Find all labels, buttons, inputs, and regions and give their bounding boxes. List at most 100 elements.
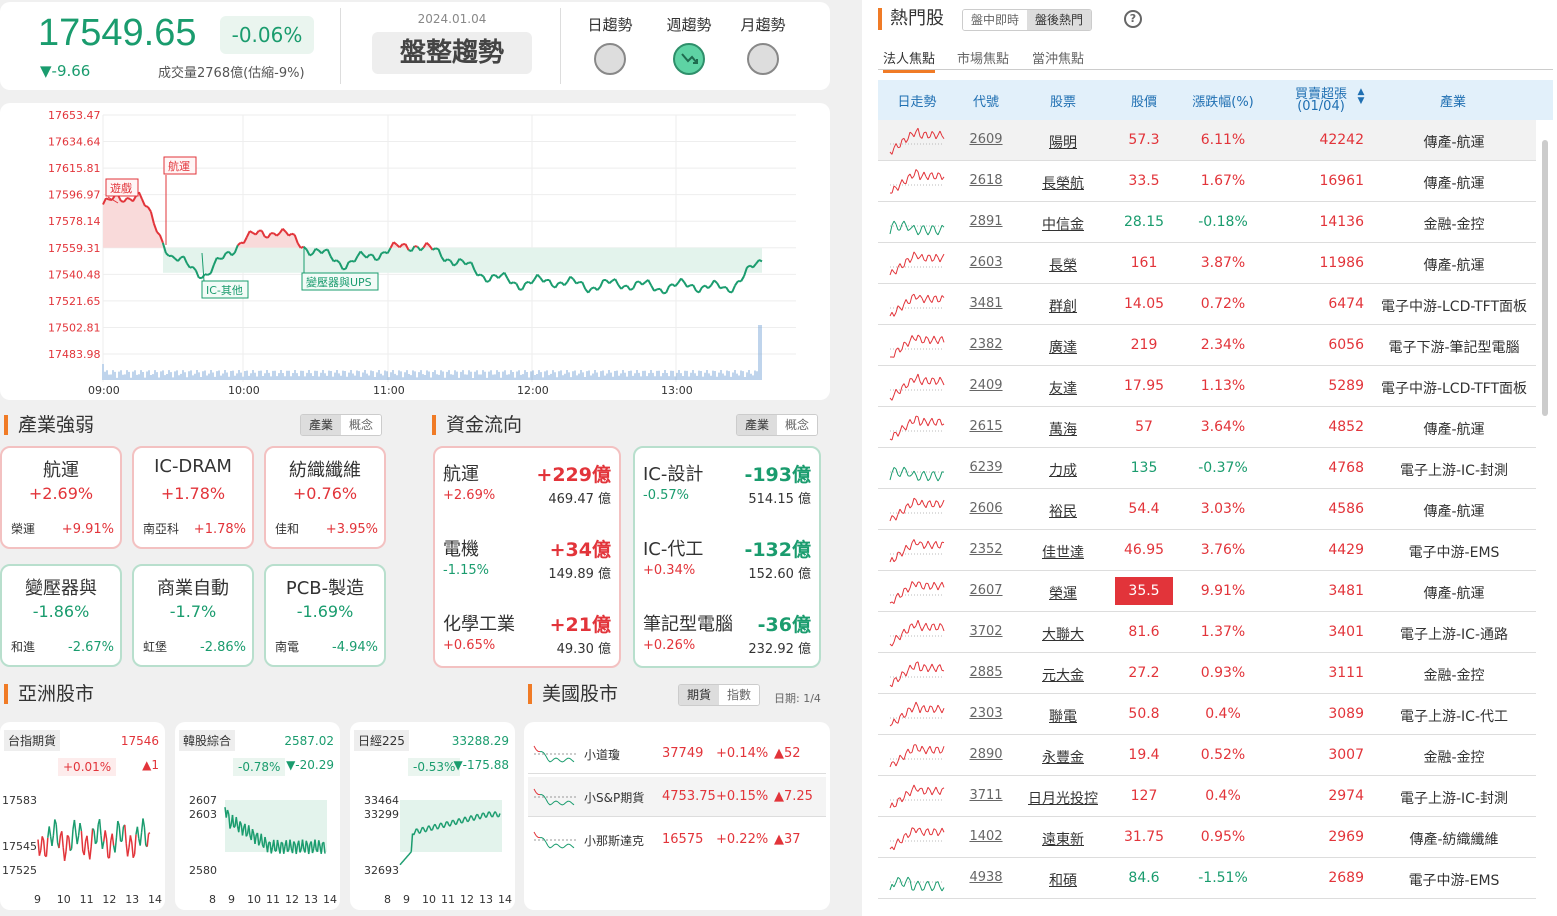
stock-name[interactable]: 友達 <box>1028 378 1098 398</box>
table-row[interactable]: 3702 大聯大 81.6 1.37% 3401 電子上游-IC-通路 <box>878 612 1536 653</box>
stock-name[interactable]: 和碩 <box>1028 870 1098 890</box>
stock-code[interactable]: 6239 <box>964 460 1008 475</box>
table-row[interactable]: 2618 長榮航 33.5 1.67% 16961 傳產-航運 <box>878 161 1536 202</box>
stock-code[interactable]: 2382 <box>964 337 1008 352</box>
table-row[interactable]: 2603 長榮 161 3.87% 11986 傳產-航運 <box>878 243 1536 284</box>
stock-code[interactable]: 2352 <box>964 542 1008 557</box>
stock-name[interactable]: 佳世達 <box>1028 542 1098 562</box>
flow-row[interactable]: 筆記型電腦 -36億 +0.26% 232.92 億 <box>643 610 811 670</box>
table-row[interactable]: 2615 萬海 57 3.64% 4852 傳產-航運 <box>878 407 1536 448</box>
stock-code[interactable]: 2409 <box>964 378 1008 393</box>
stock-name[interactable]: 廣達 <box>1028 337 1098 357</box>
industry-card[interactable]: IC-DRAM +1.78% 南亞科 +1.78% <box>132 446 254 549</box>
stock-name[interactable]: 群創 <box>1028 296 1098 316</box>
stock-code[interactable]: 2618 <box>964 173 1008 188</box>
annotation-a2[interactable]: 航運 <box>163 156 197 245</box>
stock-name[interactable]: 聯電 <box>1028 706 1098 726</box>
nikkei-card[interactable]: 33464 33299 32693 8 9 10 11 12 13 14 日經225 33288.… <box>350 722 515 910</box>
stock-code[interactable]: 3702 <box>964 624 1008 639</box>
industry-tab[interactable]: 產業 <box>301 415 342 435</box>
stock-name[interactable]: 萬海 <box>1028 419 1098 439</box>
stock-code[interactable]: 2890 <box>964 747 1008 762</box>
stock-name[interactable]: 陽明 <box>1028 132 1098 152</box>
industry-card[interactable]: 航運 +2.69% 榮運 +9.91% <box>0 446 122 549</box>
price-line-segment <box>629 287 634 291</box>
scrollbar[interactable] <box>1542 140 1548 416</box>
tab-market[interactable]: 市場焦點 <box>957 48 1009 67</box>
flow-concept-tab[interactable]: 概念 <box>777 415 818 435</box>
sparkline-segment <box>905 469 909 476</box>
concept-tab[interactable]: 概念 <box>341 415 382 435</box>
stock-code[interactable]: 2609 <box>964 132 1008 147</box>
table-row[interactable]: 6239 力成 135 -0.37% 4768 電子上游-IC-封測 <box>878 448 1536 489</box>
stock-code[interactable]: 4938 <box>964 870 1008 885</box>
stock-name[interactable]: 榮運 <box>1028 583 1098 603</box>
monthly-trend[interactable]: 月趨勢 <box>733 14 793 75</box>
table-row[interactable]: 2890 永豐金 19.4 0.52% 3007 金融-金控 <box>878 735 1536 776</box>
table-row[interactable]: 2409 友達 17.95 1.13% 5289 電子中游-LCD-TFT面板 <box>878 366 1536 407</box>
table-row[interactable]: 2609 陽明 57.3 6.11% 42242 傳產-航運 <box>878 120 1536 161</box>
stock-code[interactable]: 2603 <box>964 255 1008 270</box>
table-row[interactable]: 2352 佳世達 46.95 3.76% 4429 電子中游-EMS <box>878 530 1536 571</box>
taiex-futures-card[interactable]: 17583 17545 17525 9 10 11 12 13 14 台指期貨 17546 +0… <box>0 722 165 910</box>
table-row[interactable]: 3711 日月光投控 127 0.4% 2974 電子上游-IC-封測 <box>878 776 1536 817</box>
stock-name[interactable]: 遠東新 <box>1028 829 1098 849</box>
table-row[interactable]: 1402 遠東新 31.75 0.95% 2969 傳產-紡織纖維 <box>878 817 1536 858</box>
weekly-trend[interactable]: 週趨勢 <box>659 14 719 75</box>
stock-code[interactable]: 3711 <box>964 788 1008 803</box>
sparkline-segment <box>913 539 917 545</box>
flow-row[interactable]: IC-設計 -193億 -0.57% 514.15 億 <box>643 460 811 520</box>
us-market-row[interactable]: 小那斯達克 16575 +0.22% ▲37 <box>528 820 826 860</box>
industry-card[interactable]: 紡織纖維 +0.76% 佳和 +3.95% <box>264 446 386 549</box>
flow-row[interactable]: 化學工業 +21億 +0.65% 49.30 億 <box>443 610 611 670</box>
table-row[interactable]: 2607 榮運 35.5 9.91% 3481 傳產-航運 <box>878 571 1536 612</box>
us-market-row[interactable]: 小道瓊 37749 +0.14% ▲52 <box>528 734 826 774</box>
help-icon[interactable]: ? <box>1124 10 1142 28</box>
sort-icon[interactable]: ▲ ▼ <box>1356 88 1366 106</box>
table-row[interactable]: 2303 聯電 50.8 0.4% 3089 電子上游-IC-代工 <box>878 694 1536 735</box>
stock-code[interactable]: 2606 <box>964 501 1008 516</box>
flow-row[interactable]: 電機 +34億 -1.15% 149.89 億 <box>443 535 611 595</box>
stock-name[interactable]: 長榮航 <box>1028 173 1098 193</box>
inflow-card[interactable]: 航運 +229億 +2.69% 469.47 億電機 +34億 -1.15% 149.89 … <box>433 446 621 668</box>
stock-name[interactable]: 永豐金 <box>1028 747 1098 767</box>
stock-name[interactable]: 大聯大 <box>1028 624 1098 644</box>
table-row[interactable]: 3481 群創 14.05 0.72% 6474 電子中游-LCD-TFT面板 <box>878 284 1536 325</box>
table-row[interactable]: 2885 元大金 27.2 0.93% 3111 金融-金控 <box>878 653 1536 694</box>
tab-daytrade[interactable]: 當沖焦點 <box>1032 48 1084 67</box>
us-market-row[interactable]: 小S&P期貨 4753.75 +0.15% ▲7.25 <box>528 777 826 817</box>
stock-code[interactable]: 2885 <box>964 665 1008 680</box>
stock-name[interactable]: 裕民 <box>1028 501 1098 521</box>
table-row[interactable]: 2606 裕民 54.4 3.03% 4586 傳產-航運 <box>878 489 1536 530</box>
stock-name[interactable]: 力成 <box>1028 460 1098 480</box>
stock-code[interactable]: 1402 <box>964 829 1008 844</box>
stock-code[interactable]: 2891 <box>964 214 1008 229</box>
table-row[interactable]: 4938 和碩 84.6 -1.51% 2689 電子中游-EMS <box>878 858 1536 899</box>
industry-card[interactable]: 變壓器與 -1.86% 和進 -2.67% <box>0 564 122 667</box>
stock-code[interactable]: 2615 <box>964 419 1008 434</box>
flow-row[interactable]: IC-代工 -132億 +0.34% 152.60 億 <box>643 535 811 595</box>
stock-name[interactable]: 長榮 <box>1028 255 1098 275</box>
kospi-card[interactable]: 2607 2603 2580 8 9 10 11 12 13 14 韓股綜合 2587.02 -0… <box>175 722 340 910</box>
stock-code[interactable]: 3481 <box>964 296 1008 311</box>
stock-name[interactable]: 中信金 <box>1028 214 1098 234</box>
flow-row[interactable]: 航運 +229億 +2.69% 469.47 億 <box>443 460 611 520</box>
stock-code[interactable]: 2303 <box>964 706 1008 721</box>
table-row[interactable]: 2891 中信金 28.15 -0.18% 14136 金融-金控 <box>878 202 1536 243</box>
flow-industry-tab[interactable]: 產業 <box>737 415 778 435</box>
industry-card[interactable]: 商業自動 -1.7% 虹堡 -2.86% <box>132 564 254 667</box>
after-hours-tab[interactable]: 盤後熱門 <box>1027 10 1092 30</box>
daily-trend[interactable]: 日趨勢 <box>580 14 640 75</box>
industry-card[interactable]: PCB-製造 -1.69% 南電 -4.94% <box>264 564 386 667</box>
stock-name[interactable]: 元大金 <box>1028 665 1098 685</box>
futures-tab[interactable]: 期貨 <box>679 685 720 705</box>
stock-code[interactable]: 2607 <box>964 583 1008 598</box>
tab-institutional[interactable]: 法人焦點 <box>883 48 936 73</box>
table-row[interactable]: 2382 廣達 219 2.34% 6056 電子下游-筆記型電腦 <box>878 325 1536 366</box>
index-tab[interactable]: 指數 <box>719 685 760 705</box>
outflow-card[interactable]: IC-設計 -193億 -0.57% 514.15 億 IC-代工 -132億 +0.34%… <box>633 446 821 668</box>
sparkline-segment <box>104 830 108 840</box>
leading-stock: 虹堡 <box>143 640 168 654</box>
intraday-tab[interactable]: 盤中即時 <box>963 10 1028 30</box>
stock-name[interactable]: 日月光投控 <box>1028 788 1098 808</box>
